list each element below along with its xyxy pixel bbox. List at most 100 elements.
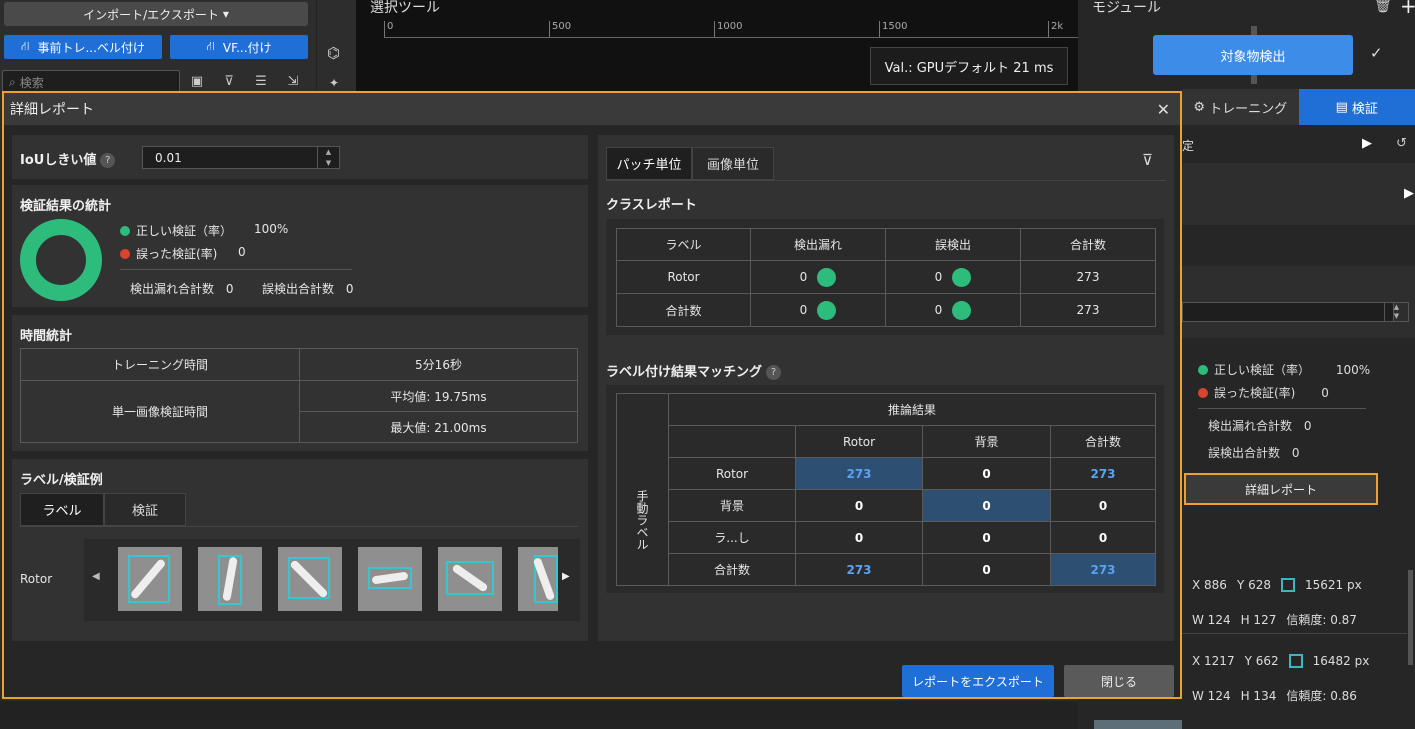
result-row-top: X 1217 Y 662 16482 px [1192,654,1369,668]
tab-image-unit[interactable]: 画像単位 [692,147,774,180]
object-detection-module[interactable]: 対象物検出 [1153,35,1353,75]
search-placeholder: 検索 [19,75,44,90]
filter-settings-icon[interactable]: ⊽ [1142,151,1153,169]
ruler: 0 500 1000 1500 2k [384,20,1078,38]
iou-threshold-input[interactable]: 0.01 ▲ ▼ [142,146,340,169]
class-name: Rotor [20,572,53,586]
tab-validate[interactable]: ▤ 検証 [1298,89,1415,125]
divider [120,269,352,270]
iou-value: 0.01 [155,150,182,165]
spin-buttons[interactable]: ▲ ▼ [1384,302,1409,322]
matrix-cell: 273 [795,553,923,586]
missed-value: 0 [1303,419,1312,433]
wrong-value: 0 [238,245,246,259]
h-value: H 134 [1240,688,1277,703]
ruler-tick: 0 [384,21,393,37]
import-export-dropdown[interactable]: インポート/エクスポート ▾ [4,2,308,26]
example-thumbnail[interactable] [438,547,502,611]
result-item[interactable]: X 1217 Y 662 16482 px W 124 H 134 信頼度: 0… [1182,644,1407,710]
tab-label[interactable]: ラベル [20,493,104,526]
add-icon[interactable]: + [1400,0,1415,18]
expand-icon[interactable]: ▶ [1404,186,1414,201]
thumbnail[interactable] [1094,720,1182,729]
matrix-cell: 0 [922,457,1051,490]
iou-label-wrap: IoUしきい値? [20,149,116,168]
false-detection-label: 誤検出合計数 [262,282,335,296]
matrix-cell: 0 [1050,489,1156,522]
scrollbar[interactable] [1408,570,1413,665]
row-label: Rotor [616,260,751,294]
trash-icon[interactable]: 🗑 [1374,0,1392,14]
matrix-cell: 0 [922,489,1051,522]
matrix-cell: 0 [1050,521,1156,554]
scroll-right-icon[interactable]: ▶ [562,571,570,582]
matrix-cell: 273 [1050,553,1156,586]
row-label: 合計数 [616,293,751,327]
table-row: 合計数 273 0 273 [617,553,1156,586]
result-item[interactable]: X 886 Y 628 15621 px W 124 H 127 信頼度: 0.… [1182,568,1407,634]
confidence-value: 信頼度: 0.87 [1286,613,1357,627]
example-thumbnail[interactable] [118,547,182,611]
help-icon[interactable]: ? [100,153,116,168]
time-title: 時間統計 [20,329,73,344]
polygon-tool-icon[interactable]: ⌬ [327,44,340,62]
scroll-left-icon[interactable]: ◀ [92,571,100,582]
import-export-label: インポート/エクスポート [83,7,219,22]
example-thumbnail[interactable] [358,547,422,611]
iou-panel: IoUしきい値? 0.01 ▲ ▼ [12,135,588,179]
vf-label: VF...付け [222,40,272,55]
single-image-time-label: 単一画像検証時間 [20,380,300,443]
history-icon[interactable]: ↺ [1396,136,1407,151]
matching-title-wrap: ラベル付け結果マッチング? [606,361,782,380]
box-icon [1288,654,1303,668]
tab-validate[interactable]: 検証 [104,493,186,526]
left-toolbar: ▣ ⊽ ☰ ⇲ [186,72,304,90]
col-header: 合計数 [1050,425,1156,458]
example-thumbnail[interactable] [278,547,342,611]
divider [1198,408,1366,409]
close-button[interactable]: 閉じる [1064,665,1174,697]
tab-training[interactable]: ⚙ トレーニング [1182,89,1299,125]
detailed-report-button[interactable]: 詳細レポート [1184,473,1378,505]
spin-up-icon[interactable]: ▲ [318,147,339,158]
vf-label-button[interactable]: ⛙ VF...付け [170,35,308,59]
matrix-cell: 0 [922,553,1051,586]
iou-spinner[interactable]: ▲ ▼ [317,147,339,168]
examples-title: ラベル/検証例 [20,473,103,488]
caret-down-icon: ▾ [222,7,229,21]
image-canvas[interactable]: 選択ツール 0 500 1000 1500 2k Val.: GPUデフォルト … [356,0,1078,92]
help-icon[interactable]: ? [766,365,782,380]
col-header: ラベル [616,228,751,261]
iou-field-bg[interactable] [1182,302,1394,322]
filter-icon[interactable]: ⊽ [218,72,240,90]
matrix-cell: 0 [795,489,923,522]
tree-icon: ⛙ [21,39,30,53]
play-icon[interactable]: ▶ [1362,136,1372,151]
magic-tool-icon[interactable]: ✦ [329,76,339,90]
list-icon[interactable]: ☰ [250,72,272,90]
correct-stat: 正しい検証（率） 100% [1198,361,1370,378]
status-ok-icon [817,267,837,287]
pre-label-button[interactable]: ⛙ 事前トレ...ベル付け [4,35,162,59]
bottom-strip [0,701,1078,729]
missed-stat: 検出漏れ合計数 0 [1208,417,1311,434]
example-thumbnail[interactable] [518,547,558,611]
export-report-button[interactable]: レポートをエクスポート [902,665,1054,697]
ruler-tick: 1500 [879,21,907,37]
validation-stats-panel: 検証結果の統計 正しい検証（率） 100% 誤った検証(率) 0 検出漏れ合計数… [12,185,588,307]
area-value: 15621 px [1305,578,1362,592]
spin-down-icon[interactable]: ▼ [318,158,339,169]
val-info-box: Val.: GPUデフォルト 21 ms [870,47,1068,85]
corner-cell [668,425,796,458]
close-icon[interactable]: ✕ [1157,100,1170,119]
success-dot-icon [1198,365,1208,375]
settings-section [1182,163,1415,225]
error-dot-icon [120,249,130,259]
example-thumbnail[interactable] [198,547,262,611]
export-icon[interactable]: ⇲ [282,72,304,90]
image-icon[interactable]: ▣ [186,72,208,90]
class-report-title: クラスレポート [606,198,697,213]
tab-patch-unit[interactable]: パッチ単位 [606,147,692,180]
false-value: 0 [934,269,943,284]
tool-strip: ⌬ ✦ [316,0,356,92]
